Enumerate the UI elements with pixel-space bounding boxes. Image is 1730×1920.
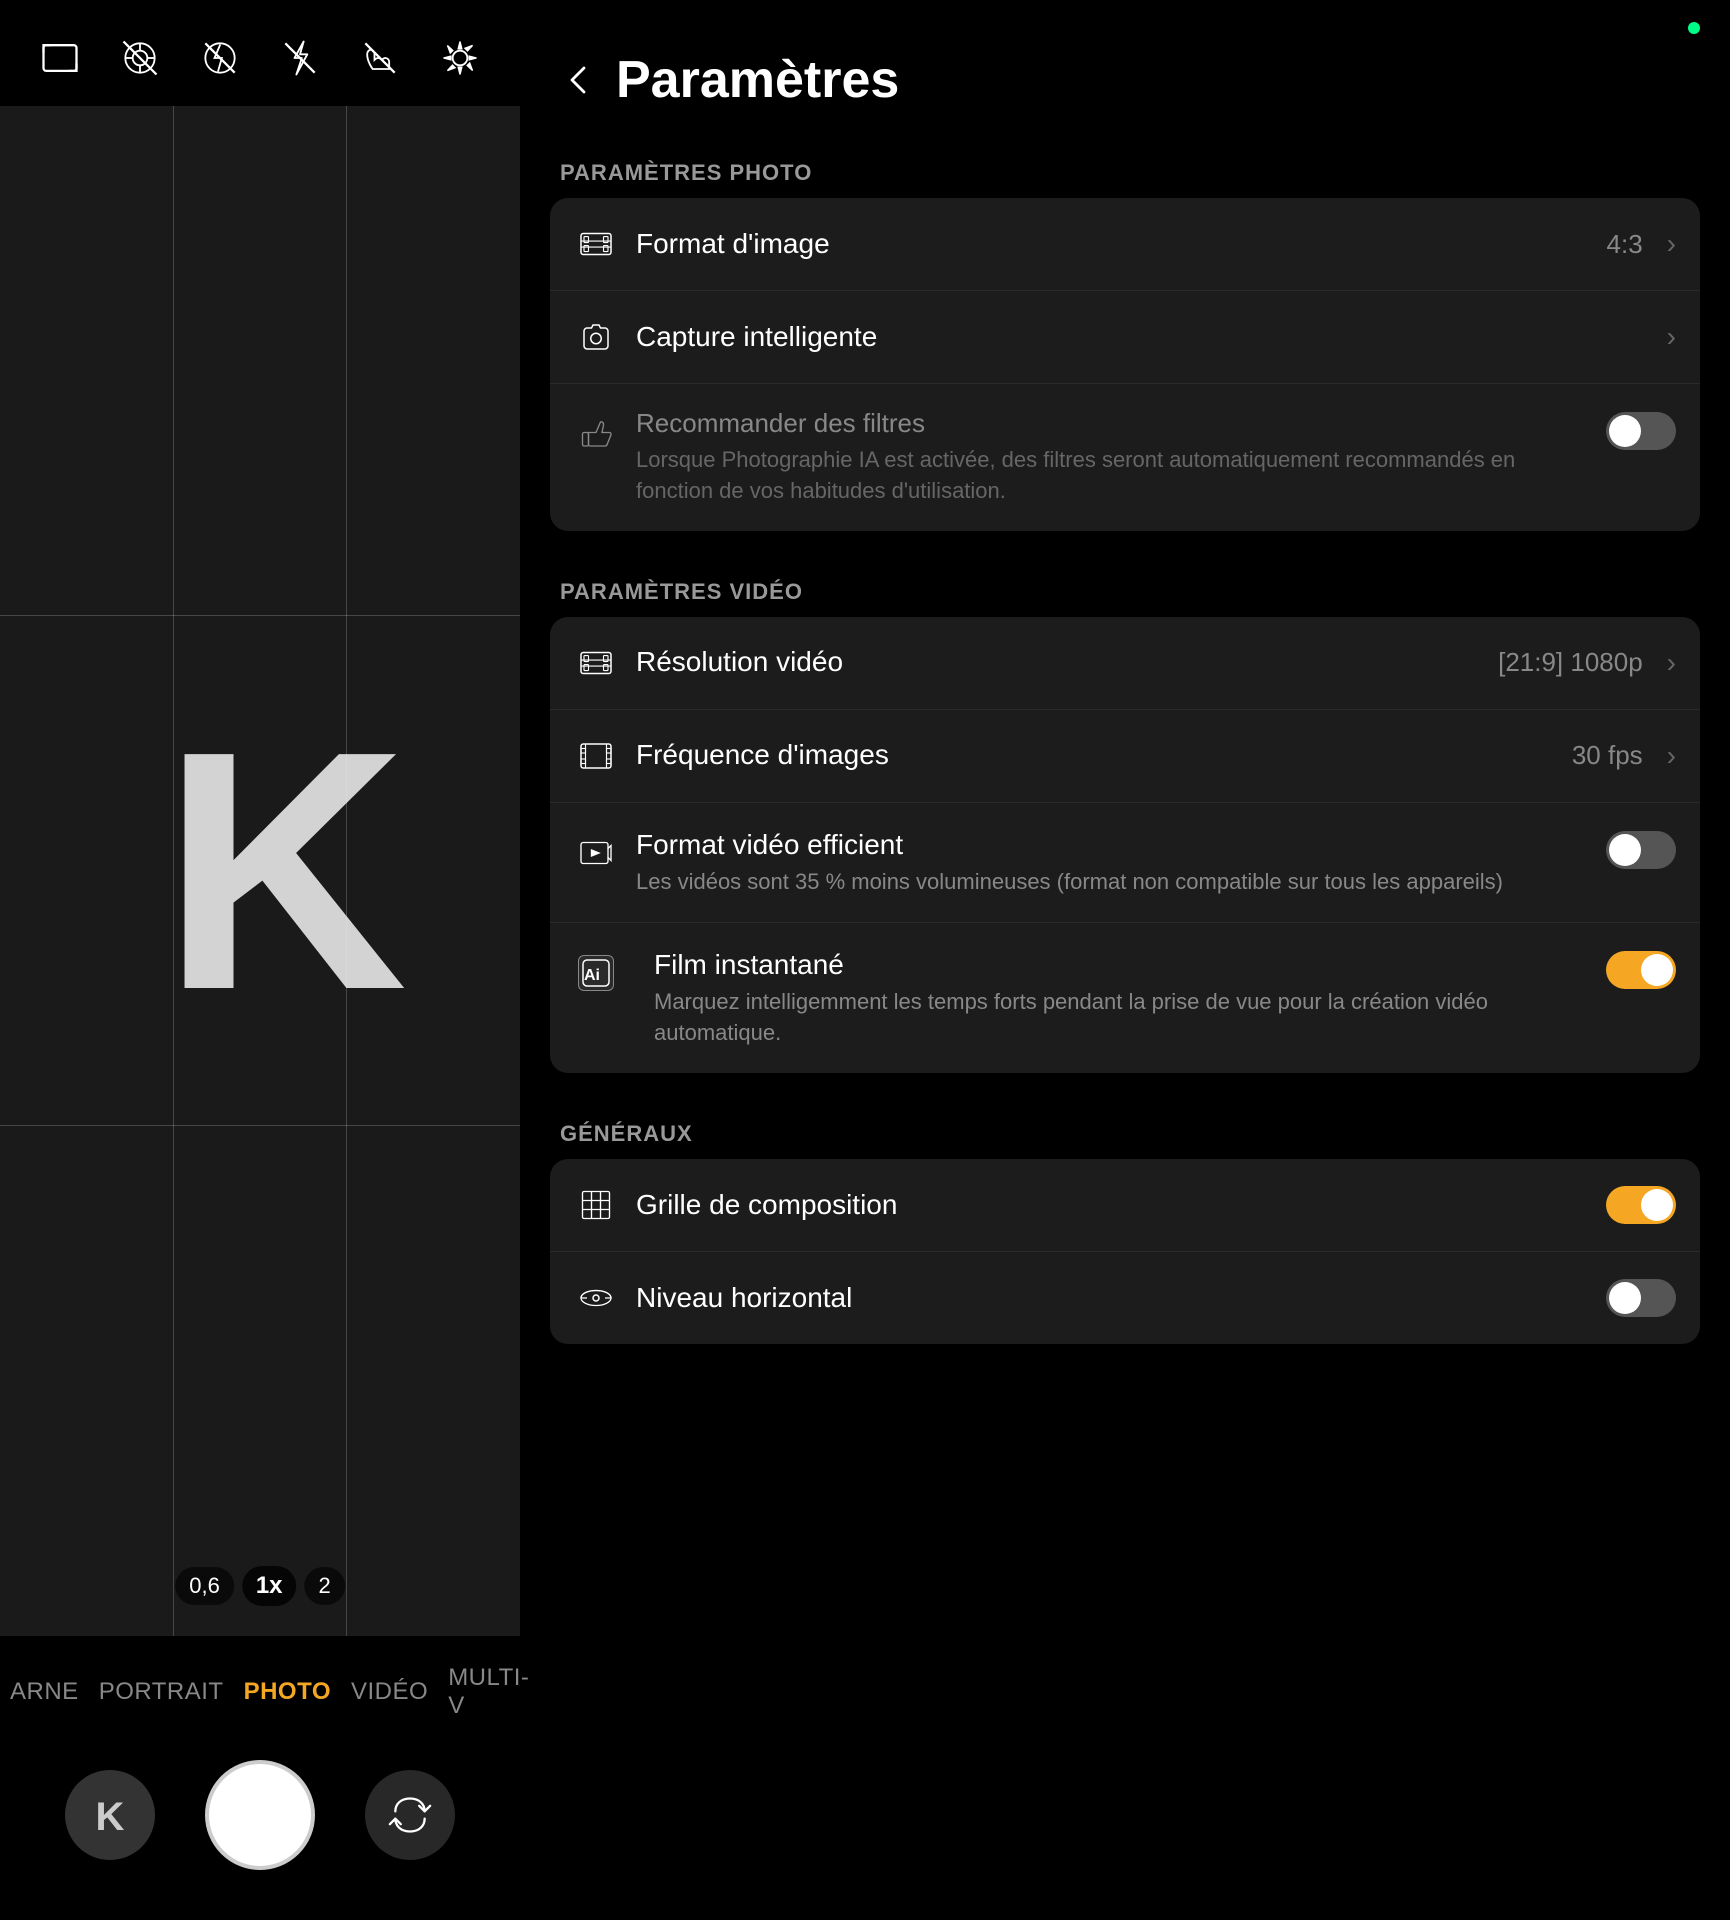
format-image-title: Format d'image [636,226,1589,262]
zoom-controls: 0,6 1x 2 [175,1566,345,1606]
video-settings-group: Résolution vidéo [21:9] 1080p › Fréquenc… [550,617,1700,1073]
aspect-ratio-icon[interactable] [32,30,88,86]
mode-video[interactable]: VIDÉO [341,1678,438,1706]
camera-modes: ARNE PORTRAIT PHOTO VIDÉO MULTI-V [0,1636,520,1740]
zoom-06-button[interactable]: 0,6 [175,1567,234,1605]
thumbs-up-icon [574,412,618,456]
film-instantane-ai-icon: Ai [574,951,618,995]
efficient-video-toggle[interactable] [1606,831,1676,869]
efficient-video-content: Format vidéo efficient Les vidéos sont 3… [636,827,1588,898]
grille-composition-row: Grille de composition [550,1159,1700,1252]
film-instantane-subtitle: Marquez intelligemment les temps forts p… [654,987,1588,1049]
niveau-horizontal-title: Niveau horizontal [636,1280,1588,1316]
svg-text:K: K [96,1795,125,1839]
film-instantane-title: Film instantané [654,947,1588,983]
frequence-images-row[interactable]: Fréquence d'images 30 fps › [550,710,1700,803]
zoom-1x-button[interactable]: 1x [242,1566,297,1606]
camera-toolbar [0,0,520,106]
settings-title: Paramètres [616,50,899,110]
motion-icon[interactable] [112,30,168,86]
niveau-horizontal-row: Niveau horizontal [550,1252,1700,1344]
film-icon [574,222,618,266]
capture-intelligente-row[interactable]: Capture intelligente › [550,291,1700,384]
efficient-video-title: Format vidéo efficient [636,827,1588,863]
mode-photo[interactable]: PHOTO [234,1678,341,1706]
svg-text:Ai: Ai [584,967,600,984]
camera-bottom: K [0,1740,520,1920]
back-button[interactable] [560,62,596,98]
efficient-video-subtitle: Les vidéos sont 35 % moins volumineuses … [636,867,1588,898]
resolution-video-value: [21:9] 1080p [1498,647,1643,678]
flash-off-icon[interactable] [272,30,328,86]
resolution-video-title: Résolution vidéo [636,644,1480,680]
flip-camera-button[interactable] [365,1770,455,1860]
viewfinder-logo: K [162,701,408,1041]
section-general-label: GÉNÉRAUX [550,1101,1700,1159]
photo-settings-group: Format d'image 4:3 › Capture intelligent… [550,198,1700,531]
grille-composition-content: Grille de composition [636,1187,1588,1223]
level-icon [574,1276,618,1320]
format-image-content: Format d'image [636,226,1589,262]
frequence-images-content: Fréquence d'images [636,737,1554,773]
mode-portrait[interactable]: PORTRAIT [89,1678,234,1706]
film-instantane-toggle[interactable] [1606,951,1676,989]
capture-intelligente-content: Capture intelligente [636,319,1649,355]
status-dot-right [1688,22,1700,34]
efficient-video-row: Format vidéo efficient Les vidéos sont 3… [550,803,1700,923]
no-flash-icon[interactable] [192,30,248,86]
camera-icon [574,315,618,359]
film-frame-icon [574,734,618,778]
grid-icon [574,1183,618,1227]
ai-label: Ai [578,955,614,991]
frequence-images-value: 30 fps [1572,740,1643,771]
filtres-row: Recommander des filtres Lorsque Photogra… [550,384,1700,531]
zoom-2x-button[interactable]: 2 [305,1567,345,1605]
efficient-video-icon [574,831,618,875]
film-instantane-row: Ai Film instantané Marquez intelligemmen… [550,923,1700,1073]
section-video-label: PARAMÈTRES VIDÉO [550,559,1700,617]
frequence-images-title: Fréquence d'images [636,737,1554,773]
settings-gear-icon[interactable] [432,30,488,86]
resolution-video-row[interactable]: Résolution vidéo [21:9] 1080p › [550,617,1700,710]
section-photo-label: PARAMÈTRES PHOTO [550,140,1700,198]
format-image-chevron: › [1667,228,1676,260]
viewfinder[interactable]: K 0,6 1x 2 [0,106,520,1636]
format-image-value: 4:3 [1607,229,1643,260]
capture-intelligente-title: Capture intelligente [636,319,1649,355]
grille-composition-title: Grille de composition [636,1187,1588,1223]
filtres-content: Recommander des filtres Lorsque Photogra… [636,408,1588,507]
mode-arne[interactable]: ARNE [0,1678,89,1706]
settings-panel: Paramètres PARAMÈTRES PHOTO Format d'ima… [520,0,1730,1920]
hand-icon[interactable] [352,30,408,86]
grille-composition-toggle[interactable] [1606,1186,1676,1224]
shutter-button[interactable] [205,1760,315,1870]
niveau-horizontal-toggle[interactable] [1606,1279,1676,1317]
filtres-title: Recommander des filtres [636,408,1588,439]
settings-header: Paramètres [550,0,1700,140]
thumbnail-button[interactable]: K [65,1770,155,1860]
filtres-toggle[interactable] [1606,412,1676,450]
niveau-horizontal-content: Niveau horizontal [636,1280,1588,1316]
frequence-images-chevron: › [1667,740,1676,772]
resolution-video-chevron: › [1667,647,1676,679]
filtres-desc: Lorsque Photographie IA est activée, des… [636,445,1588,507]
format-image-row[interactable]: Format d'image 4:3 › [550,198,1700,291]
general-settings-group: Grille de composition Niveau horizontal [550,1159,1700,1344]
mode-multi[interactable]: MULTI-V [438,1664,539,1720]
film-instantane-content: Film instantané Marquez intelligemment l… [654,947,1588,1049]
film-video-icon [574,641,618,685]
capture-intelligente-chevron: › [1667,321,1676,353]
resolution-video-content: Résolution vidéo [636,644,1480,680]
camera-panel: K 0,6 1x 2 ARNE PORTRAIT PHOTO VIDÉO MUL… [0,0,520,1920]
